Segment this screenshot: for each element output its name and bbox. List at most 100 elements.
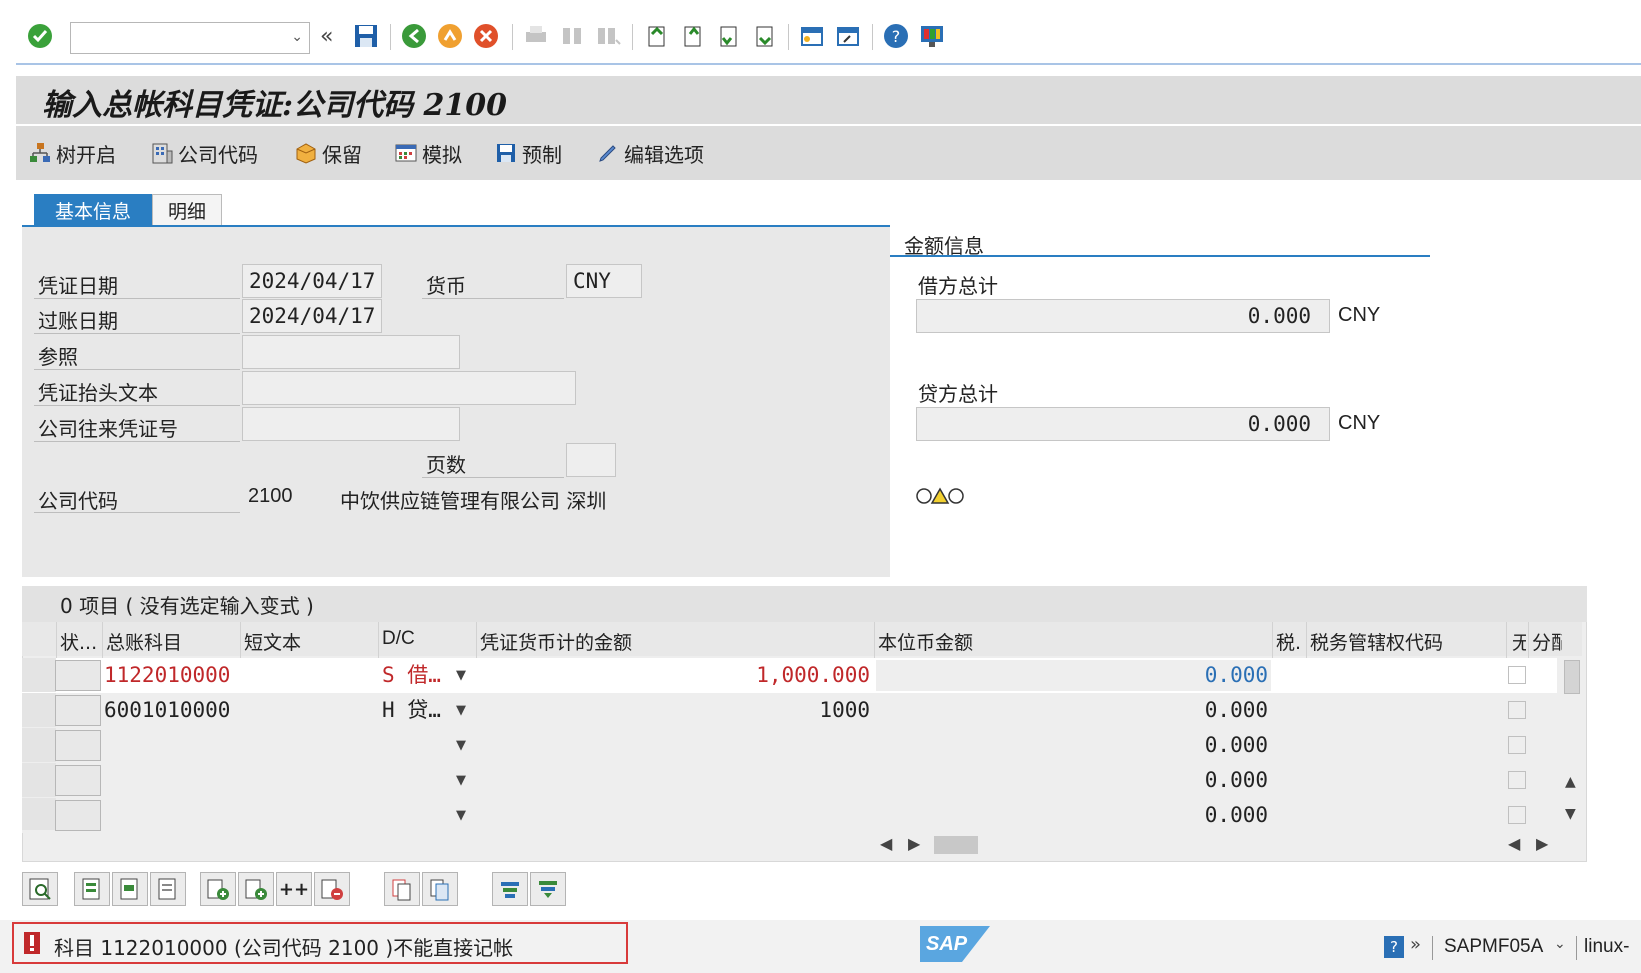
last-page-icon[interactable] [750,22,778,50]
column-header-no[interactable]: 无 [1512,628,1526,655]
column-header-dc[interactable]: D/C [382,628,472,650]
back-arrows-icon[interactable]: « [320,24,333,49]
enter-icon[interactable] [26,22,54,50]
edit-options-button[interactable]: 编辑选项 [596,138,704,168]
append-row-button[interactable] [238,872,274,906]
table-row[interactable] [22,728,1557,763]
no-checkbox[interactable] [1508,771,1526,789]
sort-ascending-button[interactable] [492,872,528,906]
row-selector[interactable] [22,728,56,762]
page-count-field[interactable] [566,443,616,477]
cancel-icon[interactable] [472,22,500,50]
customize-icon[interactable] [918,22,946,50]
column-header-doc-amount[interactable]: 凭证货币计的金额 [480,628,870,655]
no-checkbox[interactable] [1508,736,1526,754]
row-status-box[interactable] [55,660,101,691]
dc-cell[interactable]: S 借… [382,658,441,692]
copy-button[interactable] [384,872,420,906]
prev-page-icon[interactable] [678,22,706,50]
column-header-status[interactable]: 状... [60,628,100,655]
scroll-left-icon[interactable]: ◀ [1508,834,1520,853]
find-icon[interactable] [558,22,586,50]
select-all-button[interactable] [74,872,110,906]
column-header-tax[interactable]: 税. [1276,628,1306,655]
item-details-button[interactable] [22,872,58,906]
gl-account-cell[interactable]: 1122010000 [104,658,230,692]
tree-on-button[interactable]: 树开启 [28,138,116,168]
scroll-up-icon[interactable]: ▲ [1565,774,1576,790]
row-status-box[interactable] [55,730,101,761]
cross-company-field[interactable] [242,407,460,441]
row-selector[interactable] [22,763,56,797]
tab-detail[interactable]: 明细 [152,194,222,226]
delete-row-button[interactable] [314,872,350,906]
currency-field[interactable]: CNY [566,264,642,298]
doc-amount-cell[interactable]: 1000 [480,693,870,727]
help-icon[interactable]: ? [882,22,910,50]
first-page-icon[interactable] [642,22,670,50]
no-checkbox[interactable] [1508,666,1526,684]
no-checkbox[interactable] [1508,701,1526,719]
sort-descending-button[interactable] [530,872,566,906]
scroll-left-icon[interactable]: ◀ [880,834,892,853]
table-row[interactable] [22,798,1557,833]
chevron-down-icon[interactable]: ▼ [456,703,466,718]
preprocess-button[interactable]: 预制 [494,138,562,168]
status-message[interactable]: 科目 1122010000 (公司代码 2100 )不能直接记帐 [54,932,513,961]
tab-basic-info[interactable]: 基本信息 [34,194,152,226]
chevron-down-icon[interactable]: ▼ [456,808,466,823]
paste-button[interactable] [422,872,458,906]
simulate-button[interactable]: 模拟 [394,138,462,168]
chevron-down-icon[interactable]: ⌄ [291,29,303,45]
company-code-button[interactable]: 公司代码 [150,138,258,168]
next-page-icon[interactable] [714,22,742,50]
reference-field[interactable] [242,335,460,369]
deselect-all-button[interactable] [150,872,186,906]
scrollbar-thumb[interactable] [1564,660,1580,694]
row-status-box[interactable] [55,765,101,796]
copy-row-button[interactable]: ++ [276,872,312,906]
preprocess-label: 预制 [522,142,562,167]
scroll-right-icon[interactable]: ▶ [908,834,920,853]
insert-row-button[interactable] [200,872,236,906]
new-session-icon[interactable] [798,22,826,50]
park-button[interactable]: 保留 [294,138,362,168]
select-block-button[interactable] [112,872,148,906]
toolbar-divider [16,63,1641,65]
print-icon[interactable] [522,22,550,50]
row-selector[interactable] [22,658,56,692]
row-selector[interactable] [22,798,56,830]
scroll-right-icon[interactable]: ▶ [1536,834,1548,853]
dc-cell[interactable]: H 贷… [382,693,441,727]
row-status-box[interactable] [55,695,101,726]
expand-status-icon[interactable]: » [1410,934,1421,955]
column-header-local-amount[interactable]: 本位币金额 [878,628,1268,655]
horizontal-scrollbar-thumb[interactable] [934,836,978,854]
column-header-assignment[interactable]: 分配 [1532,628,1562,655]
save-icon[interactable] [352,22,380,50]
row-selector[interactable] [22,693,56,727]
column-header-gl-account[interactable]: 总账科目 [106,628,234,655]
header-text-field[interactable] [242,371,576,405]
doc-date-field[interactable]: 2024/04/17 [242,264,382,298]
no-checkbox[interactable] [1508,806,1526,824]
chevron-down-icon[interactable]: ▼ [456,773,466,788]
exit-icon[interactable] [436,22,464,50]
chevron-down-icon[interactable]: ▼ [456,668,466,683]
shortcut-icon[interactable] [834,22,862,50]
scroll-down-icon[interactable]: ▼ [1565,806,1576,822]
help-icon[interactable]: ? [1384,936,1404,958]
posting-date-field[interactable]: 2024/04/17 [242,299,382,333]
column-header-tax-jurisdiction[interactable]: 税务管辖权代码 [1310,628,1500,655]
row-status-box[interactable] [55,800,101,831]
chevron-down-icon[interactable]: ⌄ [1554,936,1566,952]
find-next-icon[interactable] [594,22,622,50]
command-field[interactable]: ⌄ [70,22,310,54]
chevron-down-icon[interactable]: ▼ [456,738,466,753]
table-row[interactable] [22,763,1557,798]
credit-total-field: 0.000 [916,407,1330,441]
gl-account-cell[interactable]: 6001010000 [104,693,230,727]
doc-amount-cell[interactable]: 1,000.000 [480,658,870,692]
back-icon[interactable] [400,22,428,50]
column-header-short-text[interactable]: 短文本 [244,628,372,655]
